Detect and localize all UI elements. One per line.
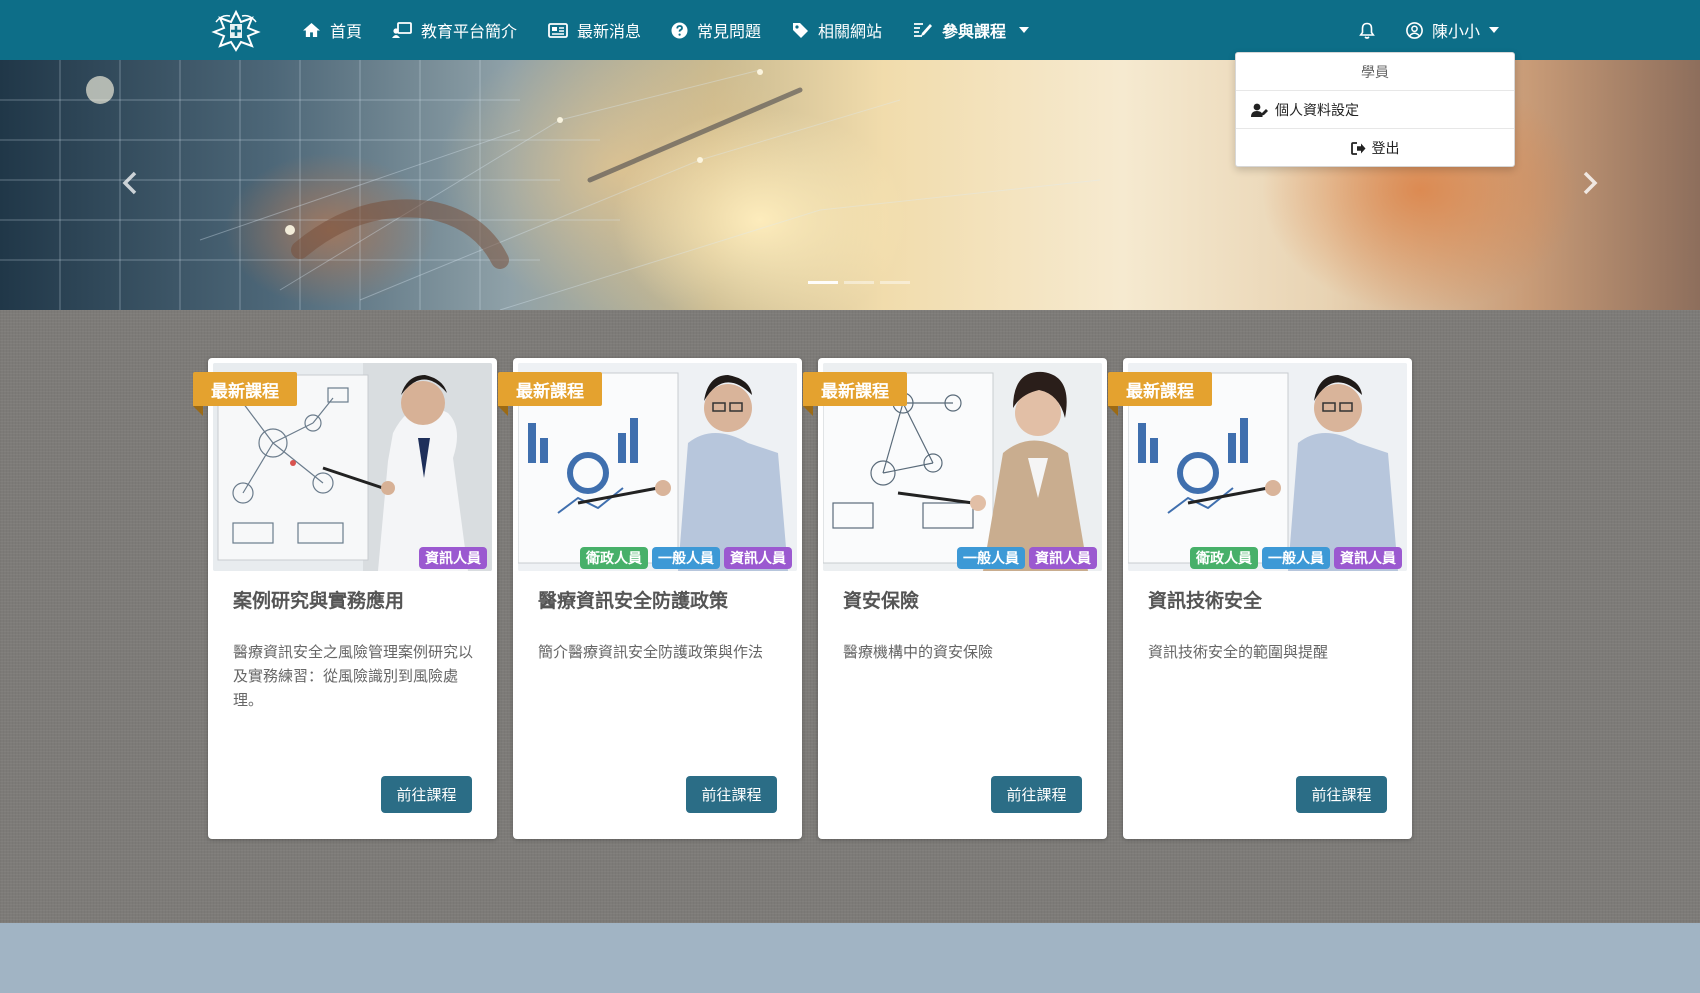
nav-platform-intro-label: 教育平台簡介 — [421, 22, 518, 41]
audience-tag: 資訊人員 — [1029, 547, 1097, 569]
audience-tags: 衛政人員 一般人員 資訊人員 — [1190, 547, 1402, 569]
audience-tags: 衛政人員 一般人員 資訊人員 — [580, 547, 792, 569]
course-description: 醫療機構中的資安保險 — [843, 643, 994, 661]
course-title: 資訊技術安全 — [1148, 590, 1263, 612]
carousel-indicators — [808, 281, 910, 284]
dropdown-role-header: 學員 — [1236, 53, 1514, 91]
nav-platform-intro[interactable]: 教育平台簡介 — [392, 0, 517, 60]
edit-icon — [914, 22, 932, 37]
carousel-indicator[interactable] — [808, 281, 838, 284]
sign-out-icon — [1350, 141, 1365, 155]
new-course-badge: 最新課程 — [803, 372, 907, 416]
nav-related-sites[interactable]: 相關網站 — [792, 0, 882, 60]
course-card: 最新課程 一般人員 資訊人員 資安保險 醫療機構中的資安保險 前往課程 — [803, 358, 1107, 839]
notification-button[interactable] — [1359, 0, 1375, 60]
logout-label: 登出 — [1371, 141, 1400, 157]
home-icon — [303, 22, 320, 38]
user-name: 陳小小 — [1432, 22, 1481, 41]
audience-tag: 資訊人員 — [724, 547, 792, 569]
audience-tag: 一般人員 — [652, 547, 720, 569]
newspaper-icon — [548, 22, 568, 38]
course-description: 資訊技術安全的範圍與提醒 — [1148, 643, 1329, 661]
course-description: 簡介醫療資訊安全防護政策與作法 — [538, 643, 764, 661]
nav-home-label: 首頁 — [330, 22, 363, 41]
user-circle-icon — [1406, 21, 1423, 39]
go-to-course-button[interactable]: 前往課程 — [1296, 776, 1387, 813]
user-menu-toggle[interactable]: 陳小小 — [1406, 0, 1500, 60]
nav-news[interactable]: 最新消息 — [548, 0, 641, 60]
nav-faq[interactable]: 常見問題 — [671, 0, 761, 60]
audience-tag: 資訊人員 — [419, 547, 487, 569]
new-course-badge: 最新課程 — [498, 372, 602, 416]
audience-tag: 衛政人員 — [580, 547, 648, 569]
carousel-next-icon[interactable] — [1580, 170, 1600, 196]
new-course-badge: 最新課程 — [193, 372, 297, 416]
chalkboard-teacher-icon — [392, 22, 412, 38]
go-to-course-button[interactable]: 前往課程 — [991, 776, 1082, 813]
nav-news-label: 最新消息 — [577, 22, 642, 41]
user-dropdown-menu: 學員 個人資料設定 登出 — [1235, 52, 1515, 167]
page-footer — [0, 923, 1700, 993]
profile-settings-item[interactable]: 個人資料設定 — [1236, 91, 1514, 129]
course-description: 醫療資訊安全之風險管理案例研究以及實務練習：從風險識別到風險處理。 — [233, 643, 474, 709]
course-section: 最新課程 資訊人員 案例研究與實務應用 醫療資訊安全之風險管理案例研究以及實務練… — [0, 310, 1700, 923]
audience-tag: 一般人員 — [957, 547, 1025, 569]
new-course-badge: 最新課程 — [1108, 372, 1212, 416]
site-logo[interactable] — [210, 8, 262, 52]
bell-icon — [1359, 22, 1375, 39]
audience-tag: 衛政人員 — [1190, 547, 1258, 569]
nav-home[interactable]: 首頁 — [302, 0, 362, 60]
course-card: 最新課程 衛政人員 一般人員 資訊人員 醫療資訊安全防護政策 簡介醫療資訊安全防… — [498, 358, 802, 839]
tag-icon — [793, 22, 808, 38]
question-circle-icon — [671, 22, 688, 38]
nav-faq-label: 常見問題 — [697, 22, 762, 41]
logout-item[interactable]: 登出 — [1236, 129, 1514, 167]
audience-tags: 一般人員 資訊人員 — [957, 547, 1097, 569]
course-card: 最新課程 衛政人員 一般人員 資訊人員 資訊技術安全 資訊技術安全的範圍與提醒 … — [1108, 358, 1412, 839]
go-to-course-button[interactable]: 前往課程 — [686, 776, 777, 813]
chevron-down-icon — [1019, 27, 1030, 33]
course-card: 最新課程 資訊人員 案例研究與實務應用 醫療資訊安全之風險管理案例研究以及實務練… — [193, 358, 497, 839]
nav-courses-dropdown[interactable]: 參與課程 — [913, 0, 1030, 60]
carousel-indicator[interactable] — [880, 281, 910, 284]
chevron-down-icon — [1489, 27, 1500, 33]
carousel-prev-icon[interactable] — [120, 170, 140, 196]
audience-tag: 一般人員 — [1262, 547, 1330, 569]
top-navbar: 首頁 教育平台簡介 最新消息 常見問題 相關網站 參與課程 陳小小 — [0, 0, 1700, 60]
audience-tags: 資訊人員 — [419, 547, 487, 569]
nav-related-sites-label: 相關網站 — [818, 22, 883, 41]
nav-courses-label: 參與課程 — [942, 22, 1007, 41]
course-title: 醫療資訊安全防護政策 — [538, 590, 729, 612]
course-title: 資安保險 — [843, 590, 920, 612]
go-to-course-button[interactable]: 前往課程 — [381, 776, 472, 813]
audience-tag: 資訊人員 — [1334, 547, 1402, 569]
profile-settings-label: 個人資料設定 — [1275, 102, 1359, 119]
user-edit-icon — [1251, 103, 1268, 117]
carousel-indicator[interactable] — [844, 281, 874, 284]
course-title: 案例研究與實務應用 — [233, 590, 405, 612]
